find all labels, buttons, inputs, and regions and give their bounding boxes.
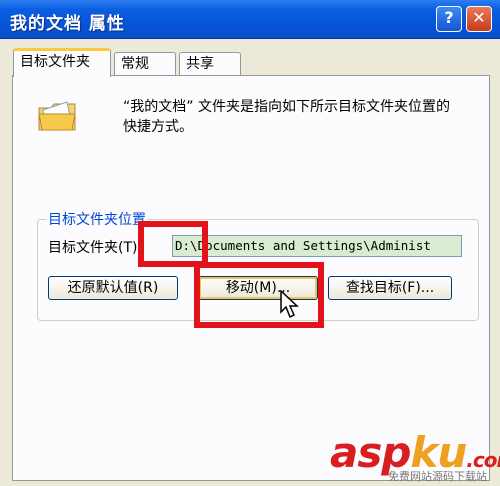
target-field-label: 目标文件夹(T): xyxy=(48,240,143,256)
folder-icon xyxy=(38,101,76,131)
find-target-button[interactable]: 查找目标(F)... xyxy=(328,276,452,300)
description-text: “我的文档” 文件夹是指向如下所示目标文件夹位置的快捷方式。 xyxy=(123,99,450,135)
tab-target-folder[interactable]: 目标文件夹 xyxy=(13,48,111,77)
title-bar[interactable]: 我的文档 属性 ? ✕ xyxy=(0,0,500,39)
properties-window: 我的文档 属性 ? ✕ 目标文件夹 常规 共享 “我的文档” 文件夹是指向如下所… xyxy=(0,0,500,486)
tab-general[interactable]: 常规 xyxy=(114,52,176,76)
group-legend: 目标文件夹位置 xyxy=(46,209,148,229)
target-location-group: 目标文件夹位置 目标文件夹(T): D:\Documents and Setti… xyxy=(37,209,479,321)
watermark-subtitle: 免费网站源码下载站 xyxy=(388,470,487,483)
help-button[interactable]: ? xyxy=(436,6,462,32)
restore-default-button[interactable]: 还原默认值(R) xyxy=(48,276,178,300)
target-path-input[interactable]: D:\Documents and Settings\Administ xyxy=(172,235,462,257)
mouse-pointer-icon xyxy=(280,290,299,319)
window-title: 我的文档 属性 xyxy=(10,14,125,34)
tab-sharing[interactable]: 共享 xyxy=(179,52,241,76)
tab-panel: “我的文档” 文件夹是指向如下所示目标文件夹位置的快捷方式。 目标文件夹位置 目… xyxy=(12,75,490,481)
close-button[interactable]: ✕ xyxy=(466,6,492,32)
